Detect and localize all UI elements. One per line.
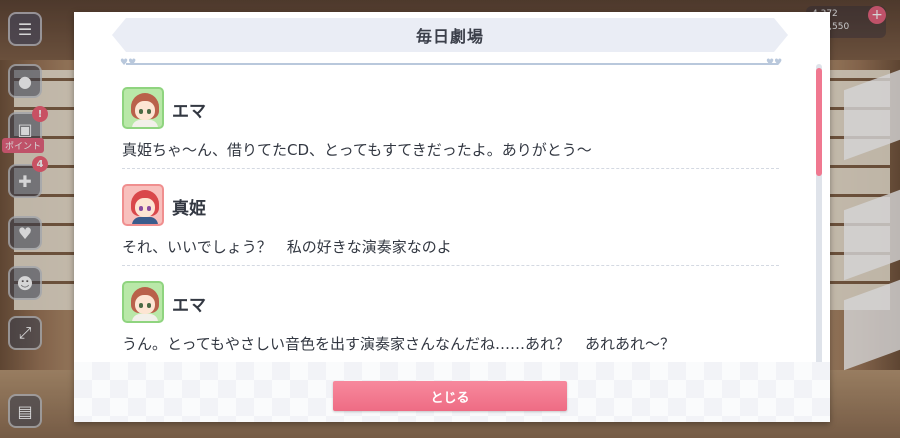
speaker-name: エマ [172,102,206,122]
dialogue-text: 真姫ちゃ〜ん、借りてたCD、とってもすてきだったよ。ありがとう〜 [122,141,592,159]
close-button[interactable]: とじる [333,381,567,411]
title-divider [126,63,778,65]
speaker-name: 真姫 [172,199,206,219]
emma-portrait-icon [122,281,164,323]
dialogue-entry: 真姫 それ、いいでしょう？ 私の好きな演奏家なのよ [122,184,779,280]
speaker-name: エマ [172,296,206,316]
entry-divider [122,168,779,169]
dialogue-text: うん。とってもやさしい音色を出す演奏家さんなんだね……あれ？ あれあれ〜？ [122,335,676,353]
daily-theater-dialog: 毎日劇場 ♥♥ ♥♥ エマ 真姫ちゃ〜ん、借りてたCD、とってもすてきだったよ。… [74,12,830,422]
heart-ornament-icon: ♥♥ [766,58,783,68]
heart-ornament-icon: ♥♥ [120,58,137,68]
dialog-title: 毎日劇場 [415,27,484,46]
dialogue-text: それ、いいでしょう？ 私の好きな演奏家なのよ [122,238,452,256]
dialog-title-bar: 毎日劇場 [112,18,788,52]
maki-portrait-icon [122,184,164,226]
emma-portrait-icon [122,87,164,129]
scrollbar-thumb[interactable] [816,68,822,176]
dialogue-entry: エマ 真姫ちゃ〜ん、借りてたCD、とってもすてきだったよ。ありがとう〜 [122,87,779,183]
entry-divider [122,265,779,266]
